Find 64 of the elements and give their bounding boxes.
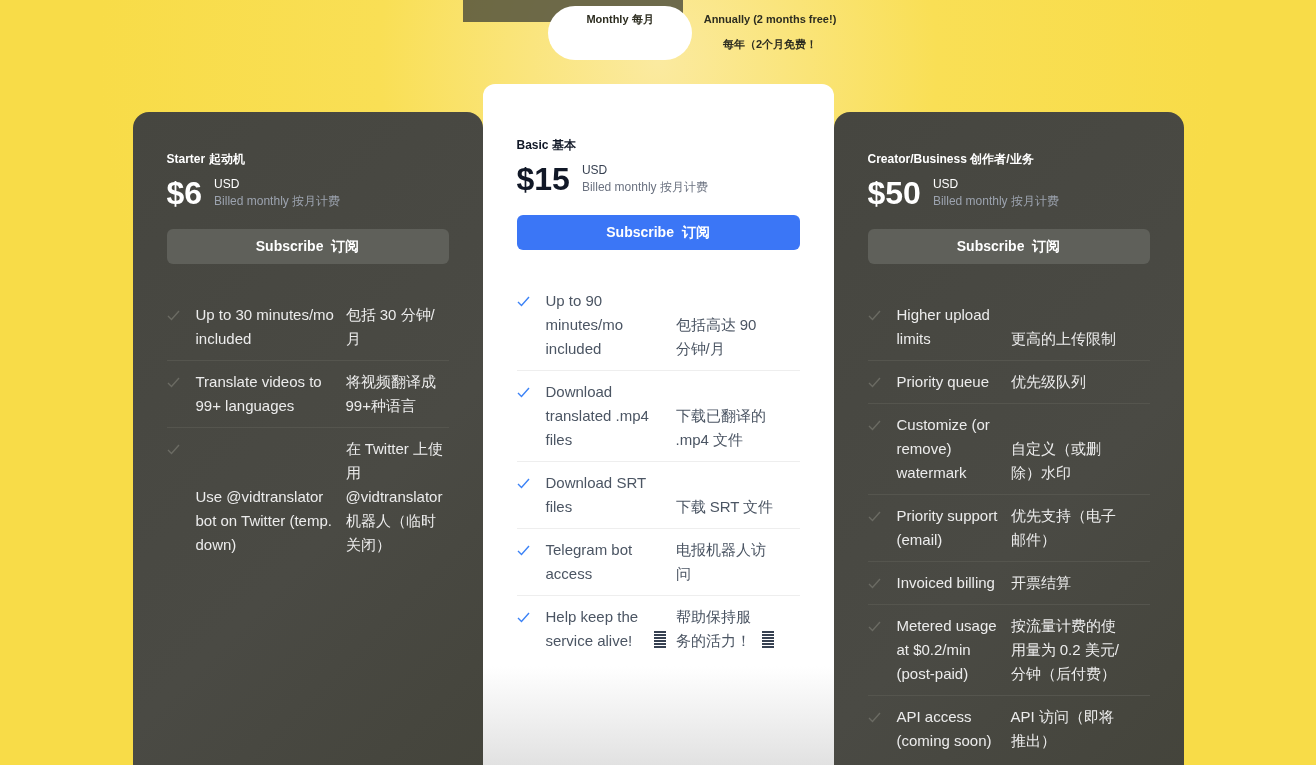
text-lines-icon [761,630,774,649]
check-icon [867,712,881,723]
plan-name: Basic 基本 [516,137,577,154]
feature-text: 包括 30 分钟/月 [345,305,436,349]
check-icon [166,310,180,321]
feature-text: 更高的上传限制 [1010,329,1116,349]
currency-label: USD [932,176,960,193]
check-icon [166,377,180,388]
feature-text: Use @vidtranslator bot on Twitter (temp. down) [195,487,333,555]
feature-text: 帮助保持服务的活力！ [675,607,752,651]
check-icon [516,545,530,556]
check-icon [867,420,881,431]
currency-label: USD [581,162,609,179]
feature-text: Download translated .mp4 files [545,382,650,450]
feature-text: Up to 90 minutes/mo included [545,291,625,359]
feature-text: 按流量计费的使用量为 0.2 美元/分钟（后付费） [1010,616,1120,684]
feature-text: 开票结算 [1010,573,1071,593]
subscribe-button[interactable]: Subscribe 订阅 [516,215,800,250]
billing-note: Billed monthly 按月计费 [932,193,1059,210]
plan-price: $15 [516,161,570,197]
check-icon [516,387,530,398]
feature-text: 电报机器人访问 [675,540,767,584]
feature-text: Help keep the service alive! [545,607,640,651]
feature-text: 下载已翻译的 .mp4 文件 [675,406,767,450]
feature-text: Higher upload limits [896,305,991,349]
feature-text: Metered usage at $0.2/min (post-paid) [896,616,998,684]
feature-text: 在 Twitter 上使用 @vidtranslator 机器人（临时关闭） [345,439,444,555]
check-icon [166,444,180,455]
feature-text: 下载 SRT 文件 [675,497,774,517]
check-icon [516,296,530,307]
plan-price: $50 [867,175,921,211]
feature-text: Download SRT files [545,473,647,517]
feature-text: Priority support (email) [896,506,999,550]
feature-text: Up to 30 minutes/mo included [195,305,335,349]
check-icon [867,511,881,522]
check-icon [516,478,530,489]
feature-text: Invoiced billing [896,573,995,593]
feature-text: 优先级队列 [1010,372,1086,392]
check-icon [867,578,881,589]
currency-label: USD [214,176,241,193]
check-icon [516,612,530,623]
feature-text: Customize (or remove) watermark [896,415,991,483]
check-icon [867,310,881,321]
subscribe-button[interactable]: Subscribe 订阅 [166,229,449,264]
feature-text: Priority queue [896,372,990,392]
subscribe-button[interactable]: Subscribe 订阅 [867,229,1150,264]
billing-note: Billed monthly 按月计费 [581,179,708,196]
feature-text: 优先支持（电子邮件） [1010,506,1117,550]
feature-text: 将视频翻译成99+种语言 [345,372,437,416]
billing-option[interactable]: Monthly 每月 [548,6,692,60]
text-lines-icon [653,630,666,649]
feature-text: Telegram bot access [545,540,634,584]
billing-option[interactable]: Annually (2 months free!) 每年（2个月免费！ [698,6,842,60]
plan-name: Starter 起动机 [166,151,246,168]
plan-price: $6 [166,175,203,211]
billing-note: Billed monthly 按月计费 [214,193,341,210]
feature-text: Translate videos to 99+ languages [195,372,323,416]
feature-text: API access (coming soon) [896,707,993,751]
feature-text: API 访问（即将推出） [1010,707,1115,751]
plan-name: Creator/Business 创作者/业务 [867,151,1035,168]
check-icon [867,621,881,632]
check-icon [867,377,881,388]
feature-text: 包括高达 90 分钟/月 [675,315,758,359]
feature-text: 自定义（或删除）水印 [1010,439,1102,483]
